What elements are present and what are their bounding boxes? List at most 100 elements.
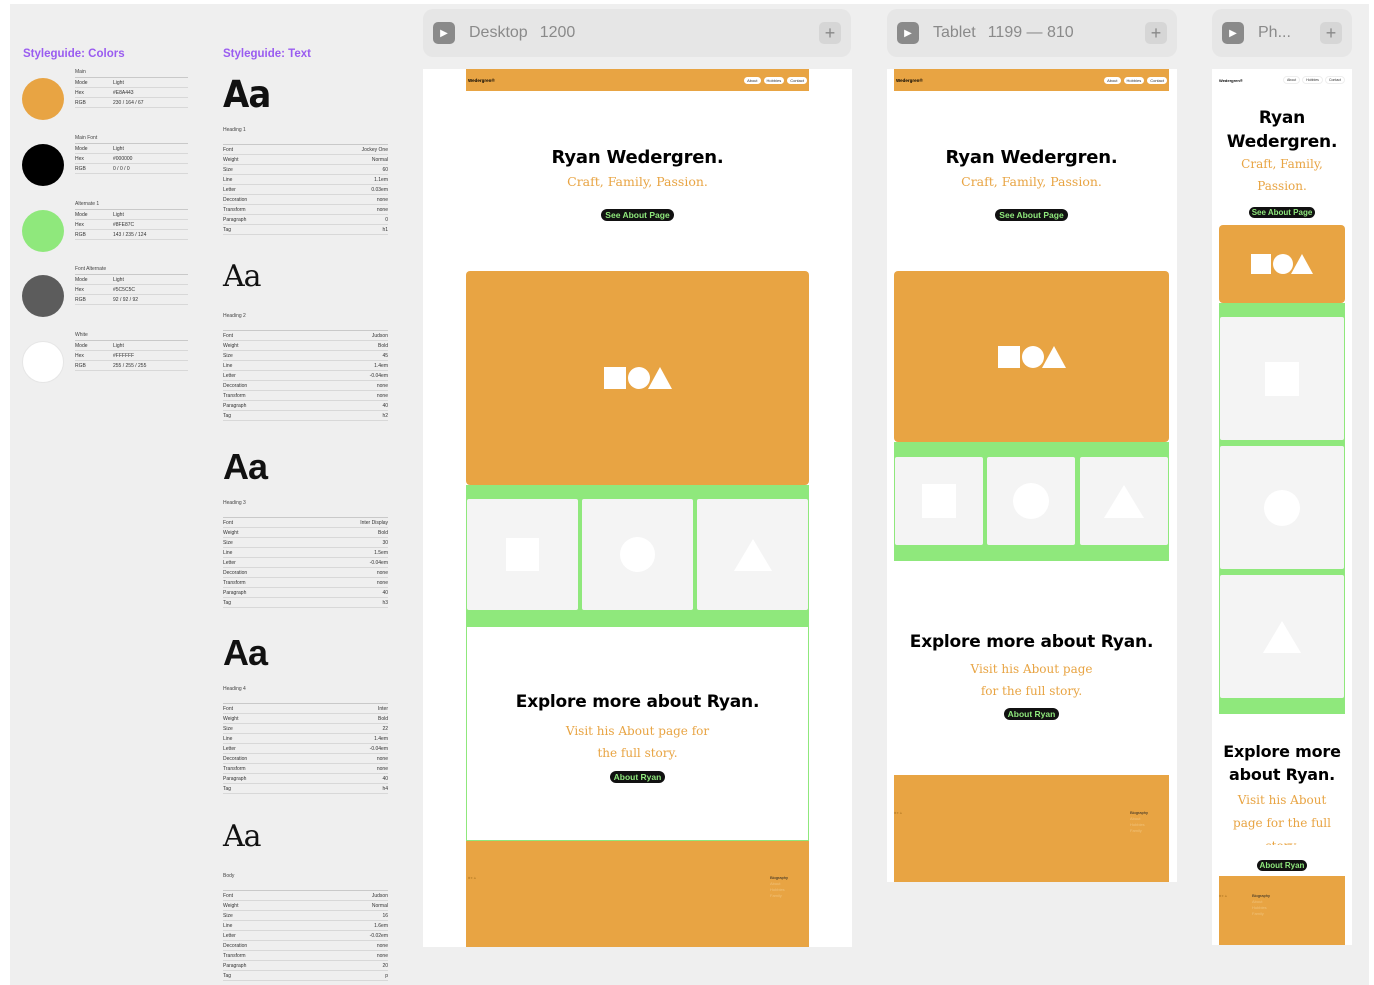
site-logo[interactable]: Wedergren® — [896, 78, 923, 83]
card-triangle[interactable] — [1080, 457, 1168, 545]
card-circle[interactable] — [987, 457, 1075, 545]
mode-label: Mode — [75, 145, 88, 152]
property-row: Font Inter Display — [223, 518, 388, 528]
see-about-page-button[interactable]: See About Page — [1248, 207, 1316, 218]
nav-link-hobbies[interactable]: Hobbies — [763, 76, 785, 84]
text-style-block: Aa Heading 3 Font Inter Display Weight Bold Si… — [223, 449, 388, 609]
card-triangle[interactable] — [1220, 575, 1344, 698]
mode-value: Light — [113, 145, 124, 152]
color-swatch-block: Alternate 1 Mode Light Hex #8FE87C RGB 143 / 2… — [22, 201, 188, 259]
nav-link-about[interactable]: About — [1282, 76, 1301, 84]
nav-link-about[interactable]: About — [1104, 76, 1121, 84]
property-label: Paragraph — [223, 216, 247, 223]
property-value: p — [385, 972, 388, 979]
breakpoint-name: Desktop — [469, 24, 528, 41]
triangle-icon — [1263, 620, 1301, 653]
property-value: 40 — [382, 402, 388, 409]
property-row: Line 1.6em — [223, 921, 388, 931]
explore-title: Explore more about Ryan. — [1223, 742, 1341, 784]
about-ryan-button[interactable]: About Ryan — [1256, 860, 1308, 871]
property-row: Paragraph 40 — [223, 774, 388, 784]
breakpoint-header-desktop[interactable]: ▶ Desktop 1200 + — [423, 9, 851, 57]
nav-link-contact[interactable]: Contact — [1147, 76, 1167, 84]
play-icon[interactable]: ▶ — [897, 22, 919, 44]
swatch-name: Alternate 1 — [75, 201, 100, 207]
card-square[interactable] — [1220, 317, 1344, 440]
footer-link[interactable]: Family — [1130, 828, 1148, 834]
property-label: Transform — [223, 206, 246, 213]
nav-link-contact[interactable]: Contact — [1324, 76, 1345, 84]
breakpoint-header-phone[interactable]: ▶ Ph... + — [1212, 9, 1352, 57]
color-swatch[interactable] — [22, 275, 64, 317]
plus-icon[interactable]: + — [1145, 22, 1167, 44]
footer-link[interactable]: Family — [1252, 911, 1270, 917]
footer-link[interactable]: Family — [770, 893, 788, 899]
text-style-properties: Font Judson Weight Normal Size 16 Line 1.6em Let… — [223, 890, 388, 981]
property-row: Weight Bold — [223, 528, 388, 538]
mode-label: Mode — [75, 342, 88, 349]
property-value: 22 — [382, 725, 388, 732]
type-sample: Aa — [223, 72, 271, 117]
plus-icon[interactable]: + — [819, 22, 841, 44]
breakpoint-header-tablet[interactable]: ▶ Tablet 1199 — 810 + — [887, 9, 1177, 57]
property-value: 16 — [382, 912, 388, 919]
property-row: Decoration none — [223, 195, 388, 205]
property-row: Letter -0.02em — [223, 931, 388, 941]
color-swatch[interactable] — [22, 78, 64, 120]
swatch-name: Main — [75, 69, 86, 75]
nav-link-contact[interactable]: Contact — [787, 76, 807, 84]
property-value: Inter Display — [360, 519, 388, 526]
color-swatch[interactable] — [22, 144, 64, 186]
breakpoint-name: Tablet — [933, 24, 976, 41]
footer-logo[interactable]: ■●▲ — [1219, 893, 1228, 898]
footer-logo[interactable]: ■●▲ — [468, 875, 477, 880]
cards-row — [894, 442, 1169, 561]
about-ryan-button[interactable]: About Ryan — [1003, 708, 1060, 720]
property-label: Tag — [223, 226, 232, 233]
see-about-page-button[interactable]: See About Page — [601, 209, 674, 221]
type-sample: Aa — [223, 632, 268, 673]
play-icon[interactable]: ▶ — [1222, 22, 1244, 44]
rgb-value: 230 / 164 / 67 — [113, 99, 144, 106]
triangle-icon — [733, 538, 772, 571]
text-style-properties: Font Inter Weight Bold Size 22 Line 1.4em Letter… — [223, 703, 388, 794]
card-circle[interactable] — [582, 499, 693, 610]
text-style-name: Body — [223, 873, 235, 879]
card-square[interactable] — [895, 457, 983, 545]
property-row: Line 1.4em — [223, 361, 388, 371]
nav-link-hobbies[interactable]: Hobbies — [1123, 76, 1145, 84]
color-swatch-block: Font Alternate Mode Light Hex #5C5C5C RGB 92 /… — [22, 266, 188, 324]
see-about-page-button[interactable]: See About Page — [995, 209, 1068, 221]
card-circle[interactable] — [1220, 446, 1344, 569]
property-value: 1.6em — [374, 922, 388, 929]
property-row: Paragraph 20 — [223, 961, 388, 971]
property-row: Size 60 — [223, 165, 388, 175]
color-swatch[interactable] — [22, 210, 64, 252]
property-row: Line 1.4em — [223, 734, 388, 744]
property-label: Tag — [223, 599, 232, 606]
text-style-block: Aa Body Font Judson Weight Normal Size 16 Line 1.… — [223, 822, 388, 982]
swatch-properties: Mode Light Hex #FFFFFF RGB 255 / 255 / 255 — [75, 340, 188, 371]
property-value: Normal — [371, 902, 388, 909]
card-square[interactable] — [467, 499, 578, 610]
footer-logo[interactable]: ■●▲ — [894, 810, 903, 815]
play-icon[interactable]: ▶ — [433, 22, 455, 44]
about-ryan-button[interactable]: About Ryan — [609, 771, 666, 783]
site-logo[interactable]: Wedergren® — [468, 78, 495, 83]
card-triangle[interactable] — [697, 499, 808, 610]
mode-value: Light — [113, 211, 124, 218]
nav-link-about[interactable]: About — [744, 76, 761, 84]
mode-value: Light — [113, 79, 124, 86]
property-value: none — [376, 382, 388, 389]
property-row: Letter -0.04em — [223, 744, 388, 754]
nav-link-hobbies[interactable]: Hobbies — [1302, 76, 1323, 84]
swatch-name: Font Alternate — [75, 266, 107, 272]
mode-label: Mode — [75, 276, 88, 283]
hex-value: #000000 — [113, 155, 133, 162]
property-label: Line — [223, 922, 233, 929]
color-swatch[interactable] — [22, 341, 64, 383]
site-logo[interactable]: Wedergren® — [1219, 78, 1243, 83]
property-value: 0.03em — [371, 186, 388, 193]
plus-icon[interactable]: + — [1320, 22, 1342, 44]
property-row: Letter 0.03em — [223, 185, 388, 195]
